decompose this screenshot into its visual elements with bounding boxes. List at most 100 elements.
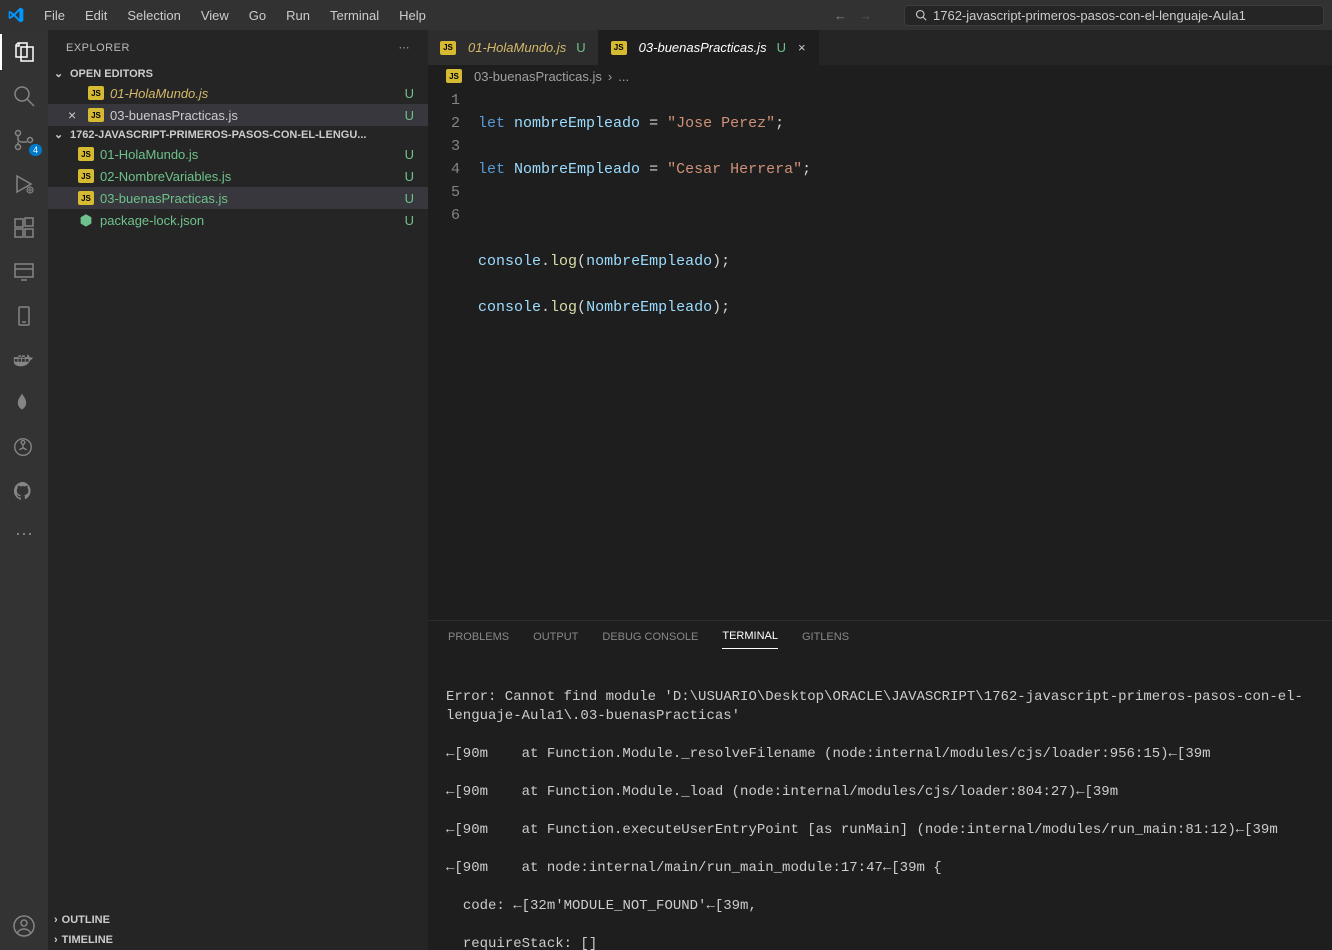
remote-explorer-icon[interactable] [12,260,36,284]
terminal-line: ←[90m at Function.Module._load (node:int… [446,783,1314,802]
git-status: U [777,40,786,55]
panel-tab-terminal[interactable]: TERMINAL [722,624,778,649]
breadcrumb-sep: › [608,69,612,84]
chevron-right-icon: › [54,914,58,926]
close-icon[interactable]: × [68,107,76,123]
js-file-icon: JS [78,147,94,161]
titlebar: File Edit Selection View Go Run Terminal… [0,0,1332,30]
file-item[interactable]: JS 01-HolaMundo.js U [48,143,428,165]
js-file-icon: JS [88,108,104,122]
terminal-line: code: ←[32m'MODULE_NOT_FOUND'←[39m, [446,897,1314,916]
sidebar-more-icon[interactable]: ⋯ [399,41,411,54]
mongodb-icon[interactable] [12,392,36,416]
chevron-down-icon: ⌄ [54,128,66,141]
device-icon[interactable] [12,304,36,328]
activitybar: 4 ⋯ [0,30,48,950]
js-file-icon: JS [440,41,456,55]
sidebar-title: EXPLORER [66,42,130,54]
terminal-line: Error: Cannot find module 'D:\USUARIO\De… [446,688,1314,726]
vscode-logo-icon [8,7,24,23]
docker-icon[interactable] [12,348,36,372]
code-content[interactable]: let nombreEmpleado = "Jose Perez"; let N… [478,87,1332,620]
terminal-line: ←[90m at Function.Module._resolveFilenam… [446,745,1314,764]
chevron-down-icon: ⌄ [54,67,66,80]
nav-forward-icon[interactable]: → [859,8,872,23]
editor-tab[interactable]: JS 01-HolaMundo.js U [428,30,599,65]
menu-help[interactable]: Help [391,4,434,27]
line-numbers: 1 2 3 4 5 6 [428,87,478,620]
search-icon [915,9,927,21]
open-editor-item[interactable]: × JS 03-buenasPracticas.js U [48,104,428,126]
file-item[interactable]: JS 03-buenasPracticas.js U [48,187,428,209]
git-status: U [405,213,414,228]
chevron-right-icon: › [54,934,58,946]
open-editor-name: 03-buenasPracticas.js [110,108,238,123]
menu-go[interactable]: Go [241,4,274,27]
editor-area: JS 01-HolaMundo.js U JS 03-buenasPractic… [428,30,1332,950]
open-editor-name: 01-HolaMundo.js [110,86,208,101]
code-editor[interactable]: 1 2 3 4 5 6 let nombreEmpleado = "Jose P… [428,87,1332,620]
git-status: U [405,147,414,162]
panel-tab-output[interactable]: OUTPUT [533,625,578,649]
terminal-line: ←[90m at Function.executeUserEntryPoint … [446,821,1314,840]
explorer-icon[interactable] [12,40,36,64]
editor-tabs: JS 01-HolaMundo.js U JS 03-buenasPractic… [428,30,1332,65]
run-debug-icon[interactable] [12,172,36,196]
tab-name: 03-buenasPracticas.js [639,40,767,55]
git-status: U [405,86,414,101]
open-editors-section[interactable]: ⌄ OPEN EDITORS [48,65,428,82]
panel-tab-gitlens[interactable]: GITLENS [802,625,849,649]
menu-terminal[interactable]: Terminal [322,4,387,27]
breadcrumb[interactable]: JS 03-buenasPracticas.js › ... [428,65,1332,87]
js-file-icon: JS [446,69,462,83]
panel-tab-problems[interactable]: PROBLEMS [448,625,509,649]
more-icon[interactable]: ⋯ [12,524,36,548]
menu-file[interactable]: File [36,4,73,27]
editor-tab[interactable]: JS 03-buenasPracticas.js U × [599,30,819,65]
file-name: package-lock.json [100,213,204,228]
extensions-icon[interactable] [12,216,36,240]
file-item[interactable]: JS 02-NombreVariables.js U [48,165,428,187]
scm-badge: 4 [29,144,42,156]
git-status: U [405,191,414,206]
panel-tabs: PROBLEMS OUTPUT DEBUG CONSOLE TERMINAL G… [428,621,1332,653]
breadcrumb-file: 03-buenasPracticas.js [474,69,602,84]
open-editor-item[interactable]: JS 01-HolaMundo.js U [48,82,428,104]
terminal[interactable]: Error: Cannot find module 'D:\USUARIO\De… [428,653,1332,950]
terminal-line: ←[90m at node:internal/main/run_main_mod… [446,859,1314,878]
sidebar: EXPLORER ⋯ ⌄ OPEN EDITORS JS 01-HolaMund… [48,30,428,950]
menu-selection[interactable]: Selection [119,4,188,27]
file-name: 01-HolaMundo.js [100,147,198,162]
js-file-icon: JS [611,41,627,55]
menu-view[interactable]: View [193,4,237,27]
outline-section[interactable]: › OUTLINE [48,910,428,930]
folder-section[interactable]: ⌄ 1762-JAVASCRIPT-PRIMEROS-PASOS-CON-EL-… [48,126,428,143]
js-file-icon: JS [78,169,94,183]
git-status: U [576,40,585,55]
git-status: U [405,108,414,123]
panel-tab-debug[interactable]: DEBUG CONSOLE [602,625,698,649]
file-item[interactable]: ⬢ package-lock.json U [48,209,428,231]
github-icon[interactable] [12,480,36,504]
git-status: U [405,169,414,184]
search-tab-icon[interactable] [12,84,36,108]
close-icon[interactable]: × [798,40,806,55]
js-file-icon: JS [78,191,94,205]
command-center[interactable]: 1762-javascript-primeros-pasos-con-el-le… [904,5,1324,26]
accounts-icon[interactable] [12,914,36,938]
timeline-section[interactable]: › TIMELINE [48,930,428,950]
menu-run[interactable]: Run [278,4,318,27]
source-control-icon[interactable]: 4 [12,128,36,152]
command-center-text: 1762-javascript-primeros-pasos-con-el-le… [933,8,1246,23]
file-name: 03-buenasPracticas.js [100,191,228,206]
menu-edit[interactable]: Edit [77,4,115,27]
js-file-icon: JS [88,86,104,100]
gitlens-icon[interactable] [12,436,36,460]
tab-name: 01-HolaMundo.js [468,40,566,55]
json-file-icon: ⬢ [78,213,94,227]
breadcrumb-more: ... [618,69,629,84]
terminal-line: requireStack: [] [446,935,1314,950]
file-name: 02-NombreVariables.js [100,169,231,184]
nav-back-icon[interactable]: ← [834,8,847,23]
bottom-panel: PROBLEMS OUTPUT DEBUG CONSOLE TERMINAL G… [428,620,1332,950]
